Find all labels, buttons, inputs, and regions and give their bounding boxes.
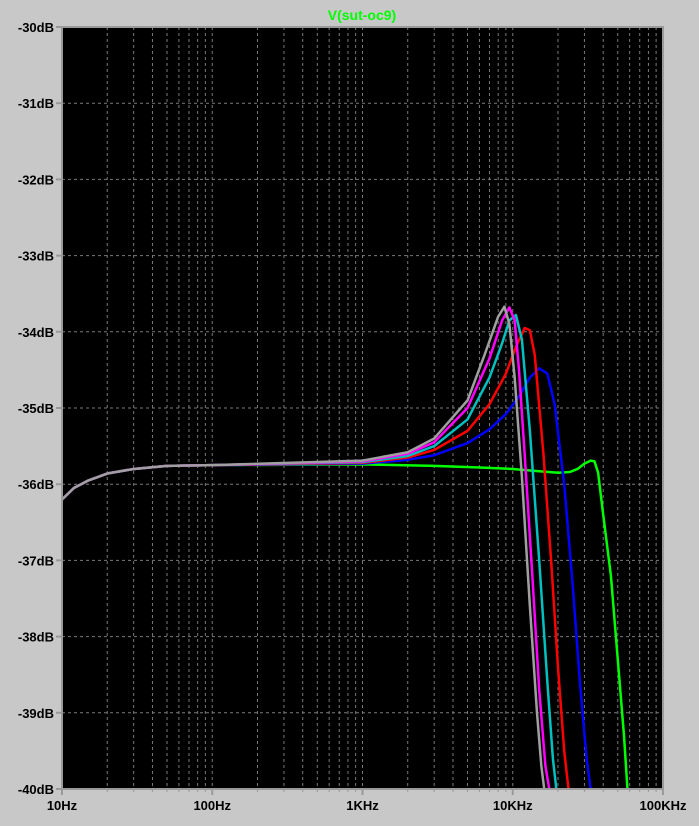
x-tick-label: 100KHz [640,798,687,813]
y-tick-label: -34dB [18,325,54,340]
y-tick-label: -39dB [18,706,54,721]
x-tick-label: 100Hz [193,798,231,813]
y-tick-label: -38dB [18,630,54,645]
y-tick-label: -31dB [18,96,54,111]
x-tick-label: 10Hz [47,798,78,813]
y-tick-label: -35dB [18,401,54,416]
y-tick-label: -32dB [18,172,54,187]
x-tick-label: 10KHz [493,798,533,813]
y-tick-label: -40dB [18,782,54,797]
y-tick-label: -36dB [18,477,54,492]
x-tick-label: 1KHz [346,798,379,813]
chart-title: V(sut-oc9) [328,7,396,23]
magnitude-plot: -30dB -31dB -32dB -33dB -34dB -35dB -36dB -37dB… [0,0,699,821]
bode-plot-window: -30dB -31dB -32dB -33dB -34dB -35dB -36dB -37dB… [0,0,699,821]
y-tick-label: -37dB [18,553,54,568]
y-tick-label: -33dB [18,249,54,264]
y-tick-label: -30dB [18,20,54,35]
